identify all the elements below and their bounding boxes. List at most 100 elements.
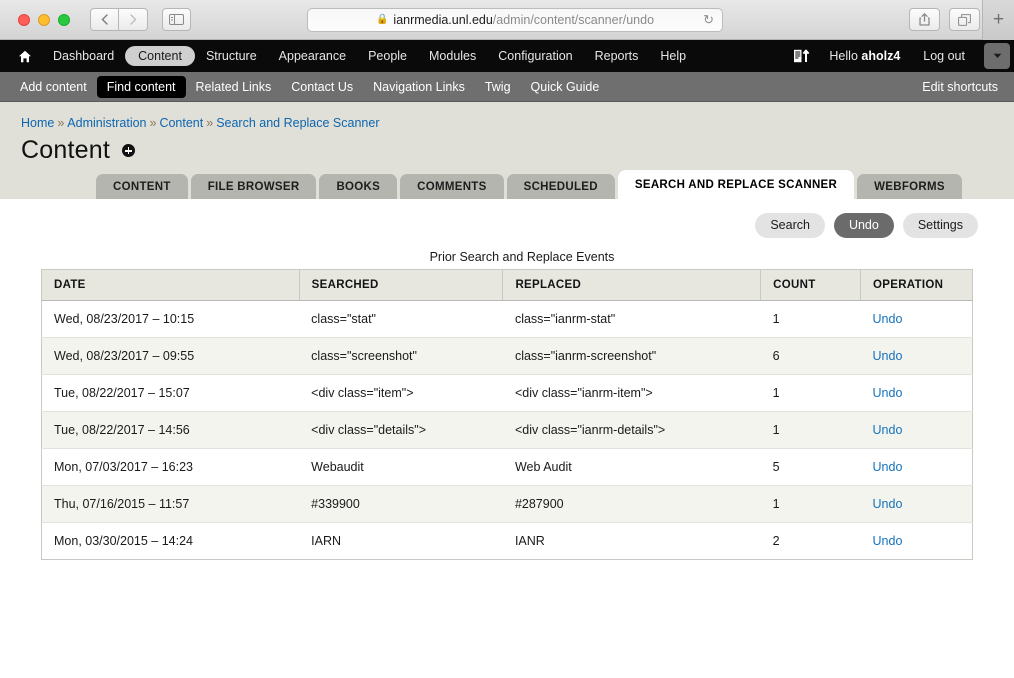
cell-operation: Undo: [860, 411, 973, 449]
column-header-searched[interactable]: SEARCHED: [299, 269, 504, 301]
undo-link[interactable]: Undo: [873, 386, 903, 400]
compose-upload-icon[interactable]: [787, 49, 817, 63]
undo-link[interactable]: Undo: [873, 423, 903, 437]
tab-file-browser[interactable]: FILE BROWSER: [190, 174, 317, 199]
cell-replaced: Web Audit: [502, 448, 761, 486]
forward-button[interactable]: [119, 8, 148, 31]
edit-shortcuts-link[interactable]: Edit shortcuts: [922, 80, 998, 94]
table-header-row: DATE SEARCHED REPLACED COUNT OPERATION: [41, 269, 973, 301]
toolbar-item-appearance[interactable]: Appearance: [268, 45, 357, 67]
user-greeting[interactable]: Hello aholz4: [819, 49, 910, 63]
chrome-right-buttons: [909, 8, 980, 31]
toolbar-item-configuration[interactable]: Configuration: [487, 45, 583, 67]
minimize-window-button[interactable]: [38, 13, 50, 26]
shortcut-find-content[interactable]: Find content: [96, 75, 186, 98]
tab-webforms[interactable]: WEBFORMS: [857, 174, 962, 199]
address-bar[interactable]: 🔒 ianrmedia.unl.edu/admin/content/scanne…: [307, 7, 723, 32]
undo-link[interactable]: Undo: [873, 534, 903, 548]
toolbar-item-help[interactable]: Help: [649, 45, 697, 67]
shortcut-navigation-links[interactable]: Navigation Links: [363, 77, 475, 97]
url-path: /admin/content/scanner/undo: [492, 12, 655, 27]
toolbar-item-structure[interactable]: Structure: [195, 45, 268, 67]
cell-date: Tue, 08/22/2017 – 14:56: [41, 411, 300, 449]
cell-replaced: IANR: [514, 534, 545, 548]
new-tab-button[interactable]: +: [982, 0, 1014, 40]
home-icon[interactable]: [18, 50, 32, 63]
cell-date: Tue, 08/22/2017 – 15:07: [41, 374, 300, 412]
chevron-down-icon: [993, 53, 1001, 58]
breadcrumb-search-and-replace-scanner[interactable]: Search and Replace Scanner: [216, 116, 379, 130]
plus-circle-icon[interactable]: [121, 144, 135, 157]
tab-comments[interactable]: COMMENTS: [400, 174, 504, 199]
tab-search-and-replace-scanner[interactable]: SEARCH AND REPLACE SCANNER: [617, 170, 855, 199]
navigation-buttons: [90, 8, 191, 31]
cell-searched: #339900: [299, 485, 503, 523]
breadcrumb-separator: »: [206, 116, 214, 130]
window-controls: [18, 13, 70, 26]
breadcrumb-separator: »: [149, 116, 157, 130]
cell-searched: <div class="item">: [299, 374, 503, 412]
undo-link[interactable]: Undo: [873, 460, 903, 474]
breadcrumb-separator: »: [57, 116, 65, 130]
shortcut-bar: Add content Find content Related Links C…: [0, 72, 1014, 102]
maximize-window-button[interactable]: [58, 13, 70, 26]
reload-icon[interactable]: ↻: [703, 12, 714, 28]
table-row: Tue, 08/22/2017 – 14:56 <div class="deta…: [41, 411, 973, 449]
toolbar-item-dashboard[interactable]: Dashboard: [42, 45, 125, 67]
close-window-button[interactable]: [18, 13, 30, 26]
column-header-operation[interactable]: OPERATION: [860, 269, 973, 301]
breadcrumb-administration[interactable]: Administration: [67, 116, 146, 130]
cell-count: 6: [760, 337, 861, 375]
table-header: DATE SEARCHED REPLACED COUNT OPERATION: [41, 269, 973, 301]
url-host: ianrmedia.unl.edu: [393, 12, 493, 27]
undo-link[interactable]: Undo: [873, 497, 903, 511]
toolbar-item-people[interactable]: People: [357, 45, 418, 67]
share-button[interactable]: [909, 8, 940, 31]
column-header-count[interactable]: COUNT: [760, 269, 862, 301]
toolbar-item-content[interactable]: Content: [125, 46, 195, 66]
cell-searched: <div class="details">: [299, 411, 503, 449]
show-tabs-button[interactable]: [949, 8, 980, 31]
cell-count: 5: [760, 448, 861, 486]
toolbar-user-area: Hello aholz4 Log out: [787, 40, 1014, 72]
breadcrumb-home[interactable]: Home: [21, 116, 54, 130]
shortcut-add-content[interactable]: Add content: [10, 77, 97, 97]
sidebar-toggle-button[interactable]: [162, 8, 191, 31]
shortcut-twig[interactable]: Twig: [475, 77, 521, 97]
subtab-search[interactable]: Search: [755, 213, 825, 238]
shortcut-quick-guide[interactable]: Quick Guide: [521, 77, 610, 97]
table-row: Wed, 08/23/2017 – 10:15 class="stat" cla…: [41, 300, 973, 338]
column-header-date[interactable]: DATE: [41, 269, 300, 301]
subtab-undo[interactable]: Undo: [833, 213, 894, 238]
table-row: Thu, 07/16/2015 – 11:57 #339900 #287900 …: [41, 485, 973, 523]
cell-operation: Undo: [860, 300, 973, 338]
cell-date: Wed, 08/23/2017 – 10:15: [41, 300, 300, 338]
cell-date: Mon, 07/03/2017 – 16:23: [41, 448, 300, 486]
tab-scheduled[interactable]: SCHEDULED: [506, 174, 615, 199]
undo-link[interactable]: Undo: [873, 349, 903, 363]
primary-tabs: CONTENT FILE BROWSER BOOKS COMMENTS SCHE…: [96, 170, 1014, 199]
browser-chrome: 🔒 ianrmedia.unl.edu/admin/content/scanne…: [0, 0, 1014, 40]
cell-date: Mon, 03/30/2015 – 14:24: [54, 534, 194, 548]
logout-link[interactable]: Log out: [912, 45, 976, 67]
breadcrumb: Home» Administration» Content» Search and R…: [21, 116, 1014, 130]
cell-count: 1: [760, 411, 861, 449]
cell-replaced: <div class="ianrm-item">: [502, 374, 761, 412]
toolbar-dropdown-button[interactable]: [984, 43, 1010, 69]
back-button[interactable]: [90, 8, 119, 31]
shortcut-related-links[interactable]: Related Links: [186, 77, 282, 97]
tab-books[interactable]: BOOKS: [319, 174, 398, 199]
cell-searched: Webaudit: [299, 448, 503, 486]
toolbar-item-reports[interactable]: Reports: [584, 45, 650, 67]
tab-content[interactable]: CONTENT: [96, 174, 188, 199]
subtab-settings[interactable]: Settings: [902, 213, 978, 238]
undo-link[interactable]: Undo: [873, 312, 903, 326]
table-row: Tue, 08/22/2017 – 15:07 <div class="item…: [41, 374, 973, 412]
column-header-replaced[interactable]: REPLACED: [502, 269, 762, 301]
cell-date: Thu, 07/16/2015 – 11:57: [41, 485, 300, 523]
cell-searched: class="screenshot": [299, 337, 503, 375]
toolbar-item-modules[interactable]: Modules: [418, 45, 487, 67]
shortcut-contact-us[interactable]: Contact Us: [281, 77, 363, 97]
back-chevron-icon: [101, 14, 108, 25]
breadcrumb-content[interactable]: Content: [159, 116, 203, 130]
